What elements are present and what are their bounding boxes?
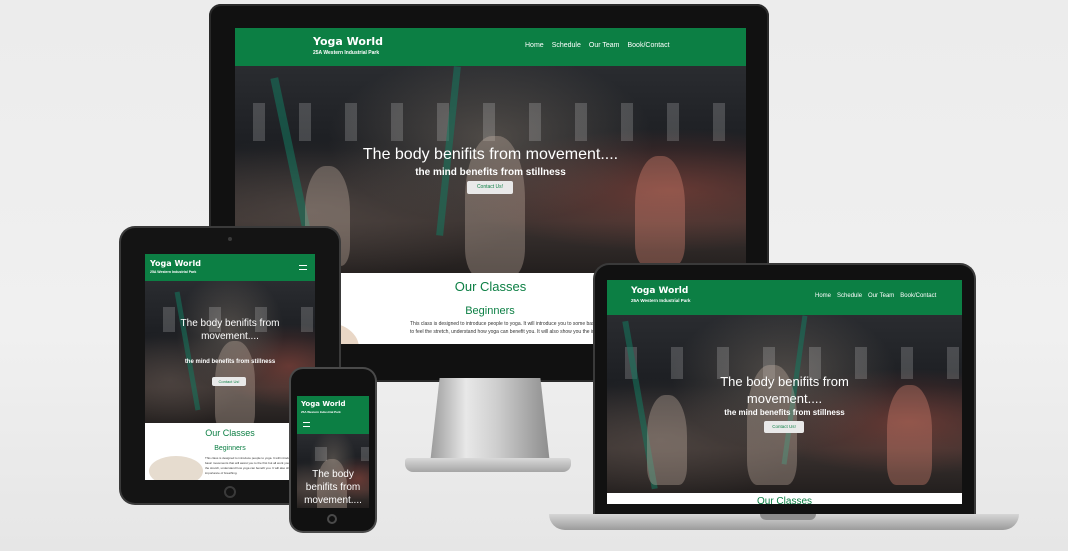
site-brand[interactable]: Yoga World [313,35,383,48]
phone-home-button[interactable] [327,514,337,524]
laptop-contact-button[interactable]: Contact Us! [764,421,804,433]
contact-us-button[interactable]: Contact Us! [467,181,513,194]
phone-brand[interactable]: Yoga World [301,400,346,408]
tablet-class-image [149,456,203,480]
phone-hamburger-menu-icon[interactable] [303,422,310,427]
phone-header: Yoga World 25A Western Industrial Park [297,396,369,434]
laptop-header: Yoga World 25A Western Industrial Park H… [607,280,962,315]
class-heading-beginners: Beginners [465,305,515,317]
tablet-hero-title: The body benifits from movement.... [180,318,280,342]
laptop-notch [760,514,816,520]
tablet-hero: The body benifits from movement.... the … [145,281,315,423]
tablet-address: 25A Western Industrial Park [150,270,197,274]
phone-hero-title: The body benifits from movement.... [304,469,362,506]
laptop-site-screen: Yoga World 25A Western Industrial Park H… [607,280,962,504]
phone-hero: The body benifits from movement.... [297,434,369,508]
nav-schedule[interactable]: Schedule [552,42,581,49]
laptop-nav-book-contact[interactable]: Book/Contact [900,293,936,299]
laptop-nav-schedule[interactable]: Schedule [837,293,862,299]
tablet-camera [228,237,232,241]
laptop-classes-heading: Our Classes [756,496,812,504]
site-header: Yoga World 25A Western Industrial Park H… [235,28,746,66]
laptop-nav: Home Schedule Our Team Book/Contact [815,293,936,299]
laptop-hero-title: The body benifits from movement.... [720,374,849,406]
laptop-nav-our-team[interactable]: Our Team [868,293,894,299]
nav-our-team[interactable]: Our Team [589,42,620,49]
laptop-brand[interactable]: Yoga World [631,286,688,296]
tablet-contact-button[interactable]: Contact Us! [212,377,246,386]
laptop-nav-home[interactable]: Home [815,293,831,299]
laptop-hero: The body benifits from movement.... the … [607,315,962,493]
laptop-hero-subtitle: the mind benefits from stillness [724,408,845,417]
monitor-base [405,458,571,472]
phone-site-screen: Yoga World 25A Western Industrial Park T… [297,396,369,508]
hamburger-menu-icon[interactable] [299,265,307,270]
laptop-address: 25A Western Industrial Park [631,298,691,303]
tablet-site-screen: Yoga World 25A Western Industrial Park T… [145,254,315,480]
tablet-class-heading: Beginners [214,445,246,452]
hero-subtitle: the mind benefits from stillness [415,167,566,178]
nav-home[interactable]: Home [525,42,544,49]
nav-book-contact[interactable]: Book/Contact [628,42,670,49]
tablet-classes-heading: Our Classes [205,428,255,438]
site-address: 25A Western Industrial Park [313,50,380,56]
site-nav: Home Schedule Our Team Book/Contact [525,42,670,49]
tablet-header: Yoga World 25A Western Industrial Park [145,254,315,281]
hero-title: The body benifits from movement.... [362,146,619,163]
phone-address: 25A Western Industrial Park [301,410,341,414]
tablet-hero-subtitle: the mind benefits from stillness [184,359,276,365]
tablet-home-button[interactable] [224,486,236,498]
monitor-stand [430,378,550,464]
tablet-brand[interactable]: Yoga World [150,259,201,268]
